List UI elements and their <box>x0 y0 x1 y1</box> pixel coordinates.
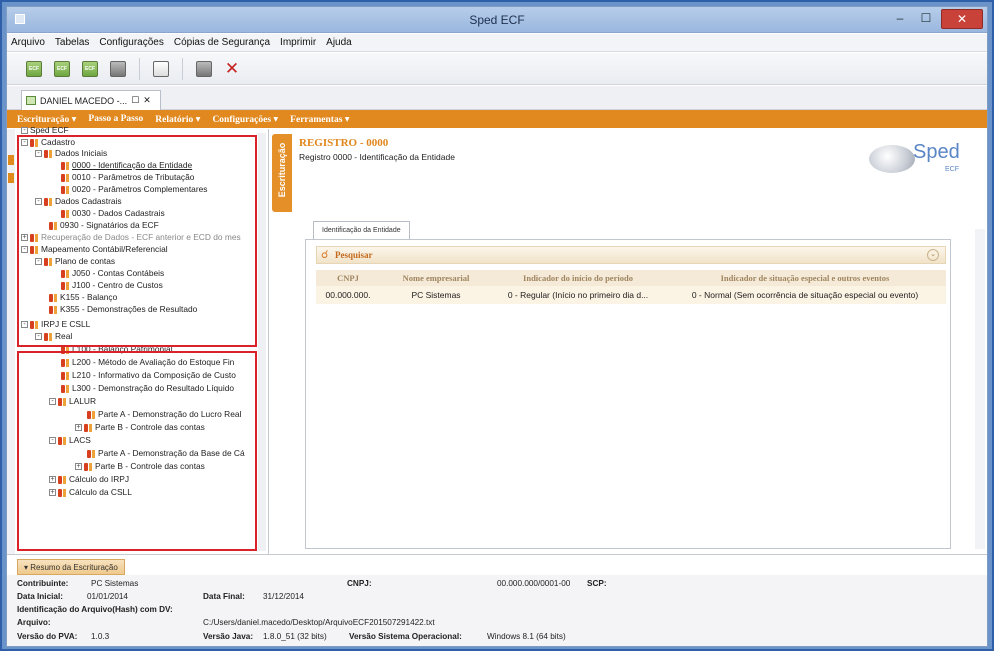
minimize-button[interactable]: – <box>887 9 913 29</box>
sped-logo-text: Sped <box>913 141 960 163</box>
menu-escrituracao[interactable]: Escrituração ▾ <box>17 114 76 125</box>
toolbar-separator <box>139 57 140 80</box>
document-tab[interactable]: DANIEL MACEDO -... ☐ ✕ <box>21 90 161 110</box>
column-header-inicio-periodo[interactable]: Indicador do início do período <box>492 270 664 286</box>
menu-bar: Arquivo Tabelas Configurações Cópias de … <box>7 34 987 52</box>
window-title: Sped ECF <box>469 13 525 27</box>
column-header-nome[interactable]: Nome empresarial <box>380 270 492 286</box>
escrituracao-menu-bar: Escrituração ▾ Passo a Passo Relatório ▾… <box>7 110 987 128</box>
resumo-escrituracao-panel: ▾ Resumo da Escrituração Contribuinte: P… <box>7 554 987 646</box>
open-ecf-button[interactable]: ECF <box>51 58 73 80</box>
document-button[interactable] <box>193 58 215 80</box>
register-header: REGISTRO - 0000 Registro 0000 - Identifi… <box>299 137 455 162</box>
toolbar-separator <box>182 57 183 80</box>
collapse-arrow-icon[interactable] <box>8 155 14 165</box>
document-icon <box>196 60 212 77</box>
pva-label: Versão do PVA: <box>17 632 78 641</box>
search-label: Pesquisar <box>335 250 373 260</box>
column-header-cnpj[interactable]: CNPJ <box>316 270 380 286</box>
app-window: Sped ECF – ☐ ✕ Arquivo Tabelas Configura… <box>6 6 988 647</box>
search-bar[interactable]: ☌ Pesquisar ⌄ <box>316 246 946 264</box>
edit-icon <box>153 60 169 77</box>
menu-ajuda[interactable]: Ajuda <box>326 37 352 48</box>
maximize-button[interactable]: ☐ <box>913 9 939 29</box>
register-title: REGISTRO - 0000 <box>299 137 389 149</box>
register-subtitle: Registro 0000 - Identificação da Entidad… <box>299 152 455 162</box>
new-ecf-icon: ECF <box>26 60 42 77</box>
cell-situacao-especial: 0 - Normal (Sem ocorrência de situação e… <box>664 286 946 304</box>
register-content-panel: REGISTRO - 0000 Registro 0000 - Identifi… <box>293 129 987 554</box>
scp-label: SCP: <box>587 579 607 588</box>
app-frame: Sped ECF – ☐ ✕ Arquivo Tabelas Configura… <box>0 0 994 651</box>
menu-passo-a-passo[interactable]: Passo a Passo <box>88 114 143 124</box>
cell-cnpj: 00.000.000. <box>316 286 380 304</box>
cell-inicio-periodo: 0 - Regular (Início no primeiro dia d... <box>492 286 664 304</box>
so-label: Versão Sistema Operacional: <box>349 632 462 641</box>
delete-button[interactable]: ✕ <box>221 58 243 80</box>
tab-identificacao-entidade[interactable]: Identificação da Entidade <box>313 221 410 239</box>
hash-label: Identificação do Arquivo(Hash) com DV: <box>17 605 173 614</box>
edit-button[interactable] <box>150 58 172 80</box>
pin-tab-icon[interactable]: ☐ <box>131 95 139 106</box>
cell-nome: PC Sistemas <box>380 286 492 304</box>
java-label: Versão Java: <box>203 632 254 641</box>
menu-relatorio[interactable]: Relatório ▾ <box>155 114 200 125</box>
column-header-situacao-especial[interactable]: Indicador de situação especial e outros … <box>664 270 946 286</box>
data-inicial-value: 01/01/2014 <box>87 592 128 601</box>
new-ecf-button[interactable]: ECF <box>23 58 45 80</box>
menu-configuracoes-orange[interactable]: Configurações ▾ <box>212 114 278 125</box>
toolbar: ECF ECF ECF ✕ <box>7 53 987 85</box>
data-final-label: Data Final: <box>203 592 245 601</box>
document-tab-label: DANIEL MACEDO -... <box>40 95 128 106</box>
menu-copias-seguranca[interactable]: Cópias de Segurança <box>174 37 270 48</box>
menu-tabelas[interactable]: Tabelas <box>55 37 89 48</box>
search-icon: ☌ <box>321 249 329 261</box>
menu-configuracoes[interactable]: Configurações <box>99 37 163 48</box>
document-tab-icon <box>26 96 36 105</box>
cnpj-value: 00.000.000/0001-00 <box>497 579 571 588</box>
resumo-content: Contribuinte: PC Sistemas CNPJ: 00.000.0… <box>7 575 987 646</box>
so-value: Windows 8.1 (64 bits) <box>487 632 566 641</box>
entity-grid: CNPJ Nome empresarial Indicador do iníci… <box>316 270 946 304</box>
arquivo-label: Arquivo: <box>17 618 51 627</box>
delete-x-icon: ✕ <box>224 58 240 78</box>
sped-swoosh-icon <box>869 145 915 173</box>
pva-value: 1.0.3 <box>91 632 110 641</box>
lock-icon <box>110 60 126 77</box>
expand-arrow-icon[interactable] <box>8 173 14 183</box>
document-tabs: DANIEL MACEDO -... ☐ ✕ <box>7 86 987 110</box>
close-window-button[interactable]: ✕ <box>941 9 983 29</box>
lock-button[interactable] <box>107 58 129 80</box>
highlight-box-irpj-csll <box>17 351 257 551</box>
arquivo-value: C:/Users/daniel.macedo/Desktop/ArquivoEC… <box>203 618 435 627</box>
contribuinte-value: PC Sistemas <box>91 579 139 588</box>
data-final-value: 31/12/2014 <box>263 592 304 601</box>
close-tab-icon[interactable]: ✕ <box>143 95 151 106</box>
data-inicial-label: Data Inicial: <box>17 592 63 601</box>
content-scrollbar[interactable] <box>975 229 985 549</box>
entity-tab-area: Identificação da Entidade ☌ Pesquisar ⌄ … <box>305 221 951 551</box>
import-ecf-button[interactable]: ECF <box>79 58 101 80</box>
panel-collapse-strip[interactable] <box>7 129 15 554</box>
cnpj-label: CNPJ: <box>347 579 372 588</box>
menu-arquivo[interactable]: Arquivo <box>11 37 45 48</box>
import-ecf-icon: ECF <box>82 60 98 77</box>
title-bar[interactable]: Sped ECF – ☐ ✕ <box>7 7 987 33</box>
navigation-tree-panel: - Sped ECF - Cadastro - Dados Iniciais 0000… <box>7 125 269 554</box>
escrituracao-side-tab[interactable]: Escrituração <box>272 134 292 212</box>
java-value: 1.8.0_51 (32 bits) <box>263 632 327 641</box>
sped-logo-subtext: ECF <box>945 166 959 173</box>
collapse-search-icon[interactable]: ⌄ <box>927 249 939 261</box>
contribuinte-label: Contribuinte: <box>17 579 69 588</box>
resumo-header[interactable]: ▾ Resumo da Escrituração <box>17 559 125 575</box>
open-ecf-icon: ECF <box>54 60 70 77</box>
table-row[interactable]: 00.000.000. PC Sistemas 0 - Regular (Iní… <box>316 286 946 304</box>
menu-ferramentas[interactable]: Ferramentas ▾ <box>290 114 349 125</box>
menu-imprimir[interactable]: Imprimir <box>280 37 316 48</box>
sped-logo: Sped ECF <box>861 137 971 181</box>
escrituracao-side-tab-label: Escrituração <box>277 142 287 198</box>
entity-tab-content: ☌ Pesquisar ⌄ CNPJ Nome empresarial Indi… <box>305 239 951 549</box>
highlight-box-cadastro <box>17 135 257 347</box>
tree-scrollbar[interactable] <box>258 133 266 551</box>
